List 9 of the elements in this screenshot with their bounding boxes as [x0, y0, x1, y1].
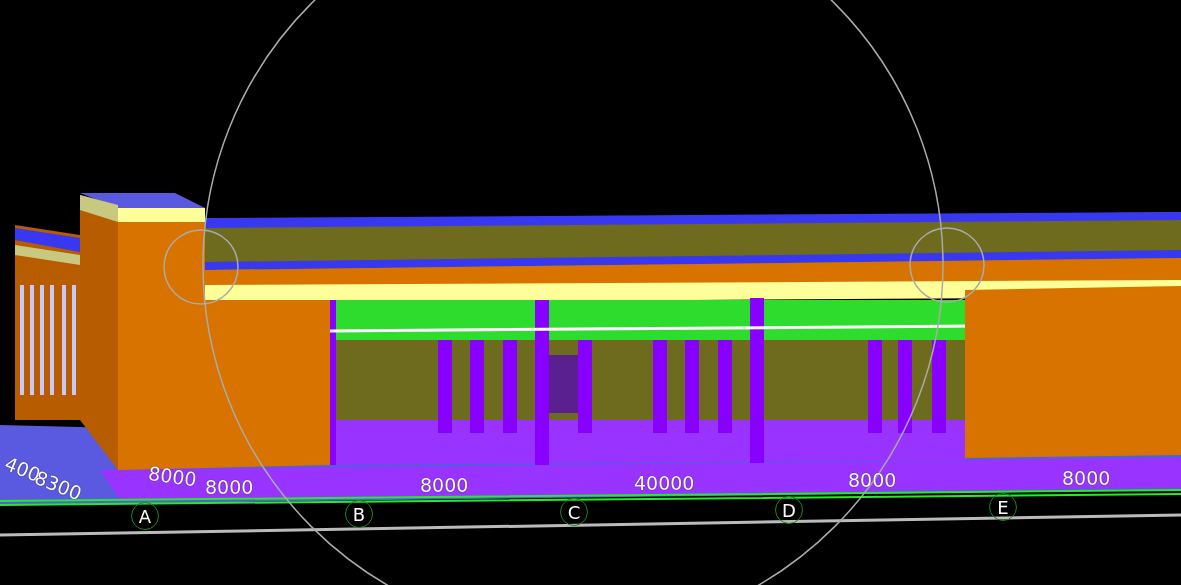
dimension-label: 8000 — [848, 469, 897, 491]
dimension-label: 40000 — [634, 472, 695, 494]
dimension-label: 8000 — [146, 462, 198, 491]
orbit-handle-circle[interactable] — [909, 227, 985, 303]
dimension-label: 8000 — [1062, 467, 1111, 489]
dimension-label: 8000 — [205, 476, 254, 498]
door — [548, 355, 578, 413]
dimension-label: 8000 — [420, 474, 469, 496]
orbit-handle-circle[interactable] — [163, 229, 239, 305]
